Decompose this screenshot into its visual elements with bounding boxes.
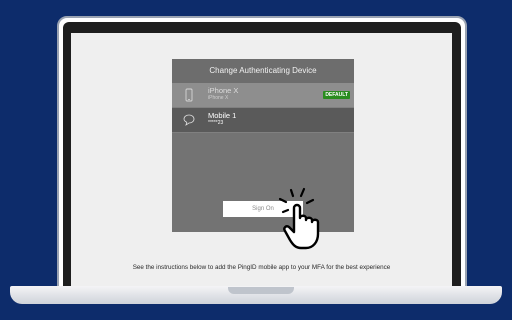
instructions-text: See the instructions below to add the Pi… — [132, 264, 391, 271]
chat-bubble-icon — [183, 114, 195, 126]
hand-pointer-icon — [278, 187, 320, 250]
default-badge: DEFAULT — [323, 91, 350, 99]
device-name: Mobile 1 — [208, 111, 237, 120]
phone-icon — [185, 88, 193, 102]
laptop-screen: Change Authenticating Device iPhone X iP… — [71, 33, 452, 292]
device-detail: iPhone X — [208, 95, 229, 101]
device-detail: *****23 — [208, 120, 224, 126]
device-name: iPhone X — [208, 86, 239, 95]
dialog-title: Change Authenticating Device — [172, 59, 354, 83]
device-row-iphone-x[interactable]: iPhone X iPhone X DEFAULT — [172, 83, 354, 108]
laptop-notch — [228, 287, 294, 294]
device-row-mobile-1[interactable]: Mobile 1 *****23 — [172, 108, 354, 133]
